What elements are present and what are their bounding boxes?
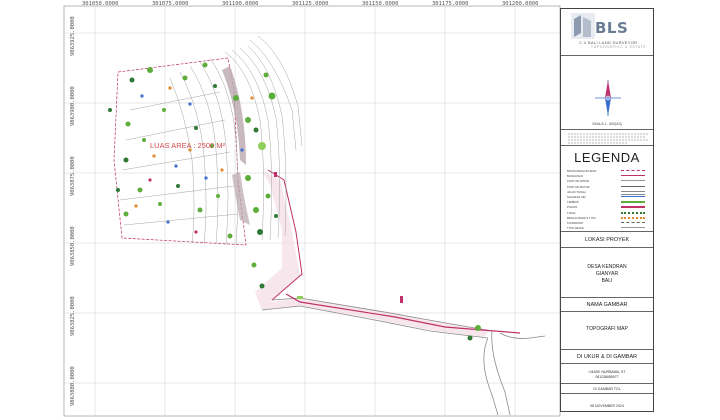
building-marker [297, 296, 303, 299]
drawn-date-header: DI GAMBAR TGL [561, 383, 653, 393]
project-line: DESA KENDRAN [587, 264, 627, 270]
drawn-date: 08 NOVEMBER 2024 [590, 404, 624, 408]
legend-title: LEGENDA [574, 150, 640, 165]
logo-mark-icon [571, 13, 595, 39]
surveyed-by-title: DI UKUR & DI GAMBAR [576, 354, 638, 360]
x-grid-label: 301200.0000 [502, 1, 538, 7]
x-grid-label: 301050.0000 [82, 1, 118, 7]
notes-text-lines [568, 133, 648, 144]
notes-section [561, 129, 653, 145]
surveyed-by-body: I MADE NURBAWA, ST 081236685977 [561, 363, 653, 383]
company-tagline: TOPOGRAPHIC & ESTATE [591, 45, 647, 49]
x-grid-label: 301150.0000 [362, 1, 398, 7]
drawing-name: TOPOGRAFI MAP [586, 326, 628, 332]
project-location-title: LOKASI PROYEK [584, 237, 630, 243]
drawing-name-body: TOPOGRAFI MAP [561, 311, 653, 349]
north-arrow-section: SKALA 1 : 600(A3) [561, 55, 653, 139]
company-logo: BLS C.V BALI LAND SURVEYOR TOPOGRAPHIC &… [569, 11, 647, 51]
drawing-name-title: NAMA GAMBAR [586, 302, 628, 308]
y-grid-label: 9063875.0000 [70, 156, 76, 196]
x-grid-label: 301100.0000 [222, 1, 258, 7]
access-road-fill [255, 170, 490, 337]
y-grid-label: 9063800.0000 [70, 366, 76, 406]
project-location-header: LOKASI PROYEK [561, 231, 653, 247]
map-frame [63, 5, 561, 417]
project-location-body: DESA KENDRAN GIANYAR BALI [561, 247, 653, 297]
road-curve [499, 332, 546, 339]
drawn-date-title: DI GAMBAR TGL [593, 387, 621, 391]
y-grid-label: 9063850.0000 [70, 226, 76, 266]
building-marker [400, 296, 403, 303]
project-line: GIANYAR [595, 271, 619, 277]
y-axis-labels: 9063925.0000 9063900.0000 9063875.0000 9… [70, 16, 76, 406]
y-grid-label: 9063825.0000 [70, 296, 76, 336]
y-grid-label: 9063900.0000 [70, 86, 76, 126]
drawn-date-body: 08 NOVEMBER 2024 [561, 393, 653, 412]
logo-wordmark: BLS [595, 19, 629, 37]
surveyed-by-header: DI UKUR & DI GAMBAR [561, 349, 653, 363]
legend-item-label: TITIK DETAIL [567, 226, 585, 231]
road-curve [483, 337, 499, 416]
building-marker [274, 172, 277, 177]
drawing-name-header: NAMA GAMBAR [561, 297, 653, 311]
scale-text: SKALA 1 : 600(A3) [592, 122, 622, 126]
x-grid-label: 301175.0000 [432, 1, 468, 7]
legend-section: LEGENDA BATAS PENGUKURAN BANGUNAN KONTUR M… [561, 145, 653, 231]
north-arrow-icon [595, 80, 621, 116]
survey-parcel: LUAS AREA : 2500 M² [108, 35, 546, 416]
coordinate-grid [64, 6, 560, 416]
y-grid-label: 9063925.0000 [70, 16, 76, 56]
x-grid-label: 301075.0000 [152, 1, 188, 7]
legend-symbol [621, 206, 645, 209]
surveyor-phone: 081236685977 [595, 375, 619, 379]
legend-symbol [621, 201, 645, 204]
area-label: LUAS AREA : 2500 M² [150, 141, 226, 150]
project-line: BALI [601, 278, 613, 284]
title-block: BLS C.V BALI LAND SURVEYOR TOPOGRAPHIC &… [560, 8, 654, 412]
x-grid-label: 301125.0000 [292, 1, 328, 7]
